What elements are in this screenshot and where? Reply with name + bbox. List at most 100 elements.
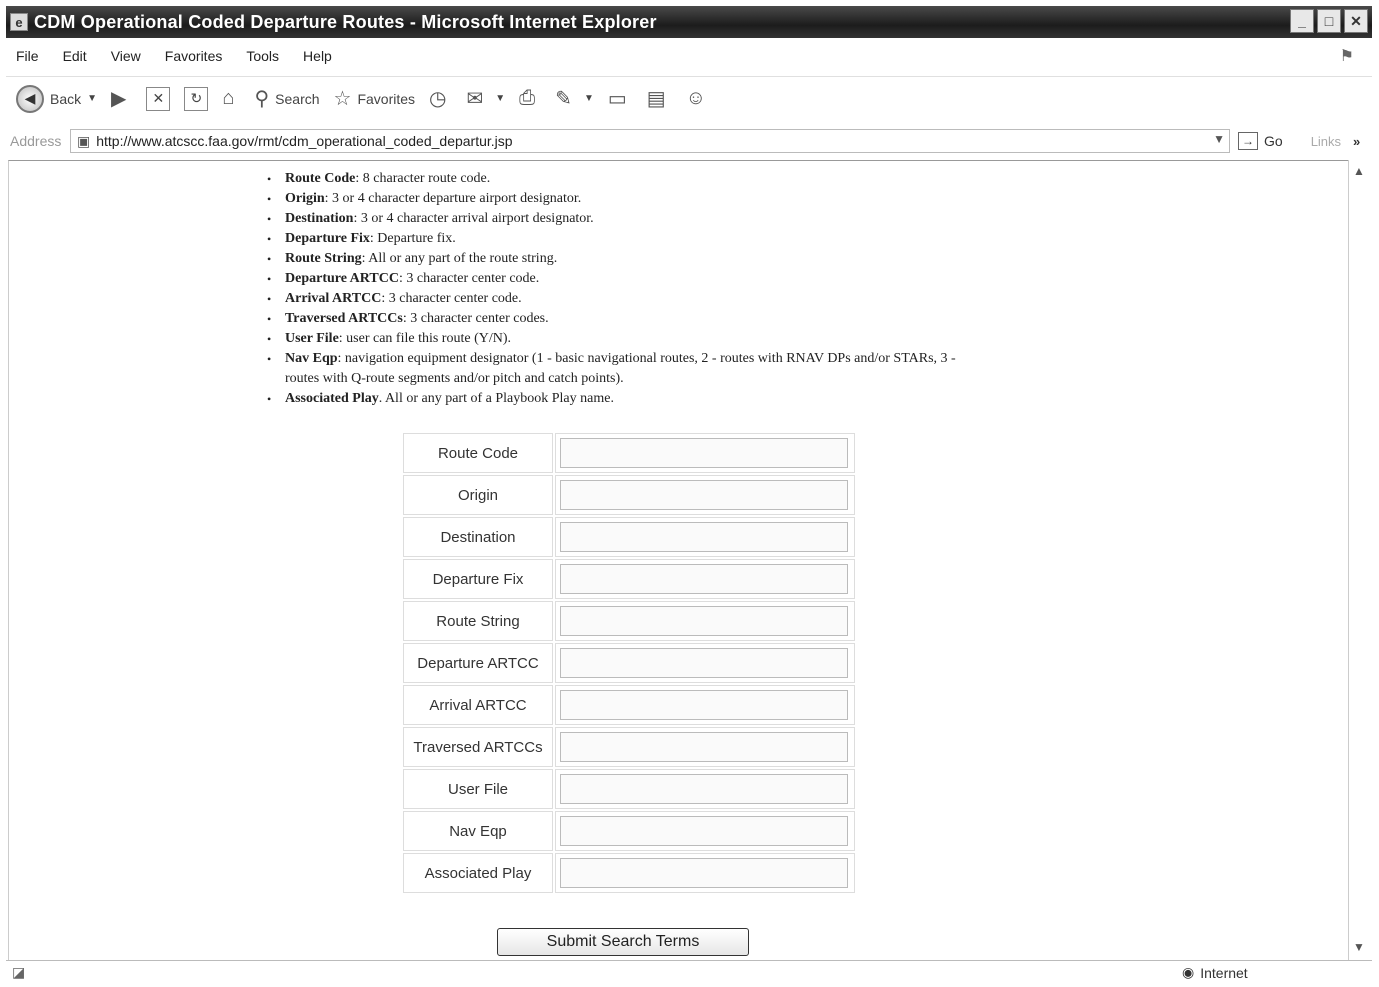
address-url[interactable]: http://www.atcscc.faa.gov/rmt/cdm_operat… bbox=[96, 133, 512, 149]
field-term: Departure Fix bbox=[285, 231, 370, 246]
stop-button[interactable]: ✕ bbox=[146, 86, 171, 111]
minimize-button[interactable]: _ bbox=[1290, 9, 1314, 33]
search-label: Search bbox=[275, 90, 320, 107]
form-field-input[interactable] bbox=[560, 522, 848, 552]
form-field-label: Departure ARTCC bbox=[403, 643, 553, 683]
form-row: Arrival ARTCC bbox=[403, 685, 855, 725]
form-field-label: Nav Eqp bbox=[403, 811, 553, 851]
field-description-text: : Departure fix. bbox=[369, 231, 456, 246]
form-field-cell bbox=[555, 769, 855, 809]
field-description-item: User File: user can file this route (Y/N… bbox=[267, 329, 987, 349]
form-field-input[interactable] bbox=[560, 732, 848, 762]
form-field-label: Route String bbox=[403, 601, 553, 641]
page-status-icon: ◪ bbox=[12, 964, 26, 980]
history-button[interactable]: ◷ bbox=[429, 86, 452, 111]
field-term: Traversed ARTCCs bbox=[285, 311, 403, 326]
field-term: Arrival ARTCC bbox=[285, 291, 382, 306]
form-field-input[interactable] bbox=[560, 774, 848, 804]
form-field-cell bbox=[555, 685, 855, 725]
print-button[interactable]: ⎙ bbox=[519, 87, 541, 110]
form-field-input[interactable] bbox=[560, 438, 848, 468]
history-icon: ◷ bbox=[429, 88, 447, 110]
scroll-down-icon[interactable]: ▼ bbox=[1353, 940, 1365, 954]
field-term: User File bbox=[285, 331, 339, 346]
form-row: Traversed ARTCCs bbox=[403, 727, 855, 767]
close-button[interactable]: ✕ bbox=[1344, 9, 1368, 33]
form-field-label: Traversed ARTCCs bbox=[403, 727, 553, 767]
edit-dropdown-icon[interactable]: ▼ bbox=[584, 93, 594, 104]
links-chevron-icon[interactable]: » bbox=[1353, 134, 1360, 149]
discuss-button[interactable]: ▭ bbox=[608, 86, 633, 111]
back-dropdown-icon[interactable]: ▼ bbox=[87, 93, 97, 104]
maximize-button[interactable]: □ bbox=[1317, 9, 1341, 33]
form-field-input[interactable] bbox=[560, 564, 848, 594]
field-description-text: : navigation equipment designator (1 - b… bbox=[285, 351, 956, 386]
field-description-text: : 3 or 4 character departure airport des… bbox=[324, 191, 582, 206]
home-button[interactable]: ⌂ bbox=[222, 87, 240, 110]
menu-view[interactable]: View bbox=[111, 48, 141, 64]
form-field-cell bbox=[555, 475, 855, 515]
windows-flag-icon: ⚑ bbox=[1339, 48, 1354, 65]
field-description-text: : user can file this route (Y/N). bbox=[338, 331, 512, 346]
form-field-label: Associated Play bbox=[403, 853, 553, 893]
refresh-icon: ↻ bbox=[184, 86, 209, 111]
vertical-scrollbar[interactable]: ▲ ▼ bbox=[1348, 160, 1370, 960]
field-description-item: Traversed ARTCCs: 3 character center cod… bbox=[267, 309, 987, 329]
links-label[interactable]: Links bbox=[1311, 134, 1341, 149]
form-field-input[interactable] bbox=[560, 816, 848, 846]
research-icon: ▤ bbox=[646, 88, 666, 110]
field-description-item: Nav Eqp: navigation equipment designator… bbox=[267, 349, 987, 389]
field-term: Route Code bbox=[285, 171, 356, 186]
form-field-input[interactable] bbox=[560, 480, 848, 510]
menu-help[interactable]: Help bbox=[303, 48, 332, 64]
mail-button[interactable]: ✉ ▼ bbox=[467, 86, 506, 111]
favorites-button[interactable]: ☆ Favorites bbox=[334, 86, 416, 111]
field-description-item: Arrival ARTCC: 3 character center code. bbox=[267, 289, 987, 309]
address-dropdown-icon[interactable]: ▼ bbox=[1213, 132, 1225, 146]
back-button[interactable]: ◀ Back ▼ bbox=[16, 84, 97, 113]
search-icon: ⚲ bbox=[254, 88, 270, 110]
form-field-cell bbox=[555, 811, 855, 851]
menu-edit[interactable]: Edit bbox=[63, 48, 87, 64]
status-bar: ◪ ◉ Internet bbox=[6, 960, 1372, 984]
messenger-button[interactable]: ☺ bbox=[686, 87, 712, 110]
menu-favorites[interactable]: Favorites bbox=[165, 48, 223, 64]
edit-icon: ✎ bbox=[555, 88, 572, 110]
scroll-up-icon[interactable]: ▲ bbox=[1353, 164, 1365, 178]
window-title: CDM Operational Coded Departure Routes -… bbox=[34, 11, 657, 32]
security-zone: ◉ Internet bbox=[1182, 964, 1248, 981]
form-field-input[interactable] bbox=[560, 648, 848, 678]
form-field-input[interactable] bbox=[560, 606, 848, 636]
home-icon: ⌂ bbox=[222, 87, 235, 109]
go-arrow-icon: → bbox=[1238, 132, 1258, 150]
mail-dropdown-icon[interactable]: ▼ bbox=[495, 93, 505, 104]
field-term: Departure ARTCC bbox=[285, 271, 399, 286]
go-button[interactable]: → Go bbox=[1238, 132, 1283, 150]
address-field[interactable]: ▣ http://www.atcscc.faa.gov/rmt/cdm_oper… bbox=[70, 129, 1230, 153]
form-row: Destination bbox=[403, 517, 855, 557]
search-button[interactable]: ⚲ Search bbox=[255, 86, 320, 111]
form-field-cell bbox=[555, 559, 855, 599]
submit-search-button[interactable]: Submit Search Terms bbox=[497, 928, 749, 956]
form-field-label: Destination bbox=[403, 517, 553, 557]
form-row: Nav Eqp bbox=[403, 811, 855, 851]
refresh-button[interactable]: ↻ bbox=[184, 86, 209, 111]
address-label: Address bbox=[10, 133, 62, 149]
menu-tools[interactable]: Tools bbox=[246, 48, 279, 64]
edit-button[interactable]: ✎ ▼ bbox=[555, 86, 594, 111]
stop-icon: ✕ bbox=[146, 86, 171, 111]
menu-file[interactable]: File bbox=[16, 48, 39, 64]
title-bar: e CDM Operational Coded Departure Routes… bbox=[6, 6, 1372, 38]
go-label: Go bbox=[1264, 133, 1283, 149]
forward-button[interactable]: ▶ bbox=[111, 86, 132, 111]
form-row: Departure ARTCC bbox=[403, 643, 855, 683]
field-description-item: Origin: 3 or 4 character departure airpo… bbox=[267, 189, 987, 209]
form-field-input[interactable] bbox=[560, 690, 848, 720]
address-bar: Address ▣ http://www.atcscc.faa.gov/rmt/… bbox=[6, 126, 1372, 156]
form-field-label: User File bbox=[403, 769, 553, 809]
search-form: Route Code Origin Destination Departure Fix… bbox=[401, 431, 857, 895]
form-field-input[interactable] bbox=[560, 858, 848, 888]
form-field-cell bbox=[555, 433, 855, 473]
form-row: Route Code bbox=[403, 433, 855, 473]
research-button[interactable]: ▤ bbox=[647, 86, 672, 111]
